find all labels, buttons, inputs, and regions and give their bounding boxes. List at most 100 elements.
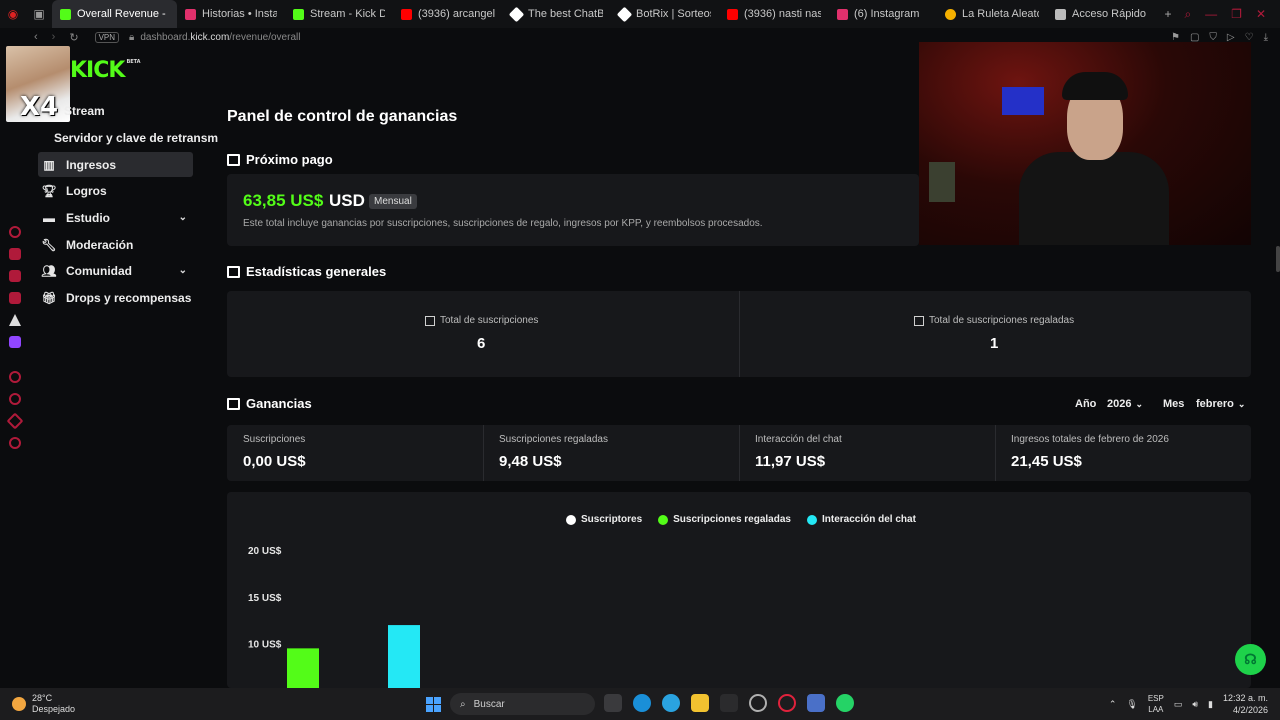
player-icon[interactable]: ▷ (1227, 32, 1235, 43)
sidebar-item-comunidad[interactable]: 👥︎ Comunidad ⌄ (38, 258, 193, 283)
tab-acceso-rapido[interactable]: Acceso Rápido (1047, 0, 1155, 28)
tab-instagram-stories[interactable]: Historias • Instagram (177, 0, 285, 28)
rail-app-icon[interactable] (9, 270, 21, 282)
rail-app-icon[interactable] (9, 226, 21, 238)
streamer-webcam (919, 42, 1251, 245)
sidebar-item-moderacion[interactable]: 🔧︎ Moderación (38, 232, 193, 257)
lock-icon[interactable]: 🔒︎ (129, 32, 134, 43)
maximize-icon[interactable]: ❐ (1231, 7, 1242, 22)
url-field[interactable]: dashboard.kick.com/revenue/overall (140, 32, 300, 43)
back-arrow-icon[interactable]: ‹ (34, 31, 38, 44)
tab-youtube-nasti[interactable]: (3936) nasti nasti - Y (719, 0, 829, 28)
browser-logo-icon[interactable]: ◉ (0, 0, 26, 28)
youtube-favicon-icon (727, 8, 738, 20)
ruleta-favicon-icon (945, 8, 956, 20)
capcut-icon[interactable] (720, 694, 738, 712)
display-icon[interactable]: ▭ (1174, 699, 1183, 710)
legend-item-chat[interactable]: Interacción del chat (806, 514, 916, 525)
year-select-value: 2026 (1107, 398, 1132, 410)
tab-label: Stream - Kick Dashb (310, 8, 385, 20)
sidebar-item-drops[interactable]: 🎁︎ Drops y recompensas (38, 285, 193, 310)
chevron-down-icon[interactable]: ⌄ (179, 265, 187, 276)
chart-bar[interactable] (287, 648, 319, 688)
clock-icon[interactable] (9, 393, 21, 405)
month-select[interactable]: febrero ⌄ (1196, 398, 1245, 410)
rail-app-icon[interactable] (6, 412, 24, 430)
support-chat-button[interactable]: ☊ (1235, 644, 1266, 675)
reload-icon[interactable]: ↻ (69, 31, 78, 44)
new-tab-plus-icon[interactable]: + (1155, 0, 1181, 28)
legend-item-gifted[interactable]: Suscripciones regaladas (658, 514, 791, 525)
tab-youtube-arcangel[interactable]: (3936) arcangel - Yo (393, 0, 503, 28)
webcam-shelf (929, 162, 955, 202)
kick-logo[interactable]: KICK BETA (70, 58, 141, 83)
sidebar-item-label: Ingresos (66, 157, 117, 172)
language-indicator[interactable]: ESP LAA (1148, 693, 1164, 715)
sidebar-item-stream[interactable]: Stream (64, 104, 105, 118)
year-select[interactable]: 2026 ⌄ (1107, 398, 1143, 410)
earnings-total-label: Ingresos totales de febrero de 2026 (1011, 434, 1169, 445)
users-icon: 👥︎ (41, 263, 57, 278)
earnings-divider (995, 425, 996, 481)
task-view-icon[interactable] (604, 694, 622, 712)
app-icon[interactable] (749, 694, 767, 712)
rail-app-icon[interactable] (9, 248, 21, 260)
opera-gx-icon[interactable] (778, 694, 796, 712)
whatsapp-icon[interactable] (836, 694, 854, 712)
sidebar-item-label: Drops y recompensas (66, 290, 192, 305)
legend-item-subscribers[interactable]: Suscriptores (566, 514, 642, 525)
close-icon[interactable]: ✕ (1256, 7, 1266, 22)
legend-dot (806, 514, 817, 525)
volume-icon[interactable]: 🔊︎ (1192, 699, 1198, 710)
rail-app-icon[interactable] (9, 292, 21, 304)
tab-instagram[interactable]: (6) Instagram (829, 0, 937, 28)
gifted-subs-value: 1 (990, 335, 999, 352)
weather-widget[interactable]: 28°C Despejado (0, 693, 75, 715)
heart-icon[interactable]: ♡ (1245, 32, 1254, 43)
sidebar-item-logros[interactable]: 🏆︎ Logros (38, 178, 193, 203)
chevron-down-icon[interactable]: ⌄ (179, 212, 187, 223)
forward-arrow-icon[interactable]: › (52, 31, 56, 44)
y-tick-label: 20 US$ (248, 546, 282, 557)
earnings-subs-label: Suscripciones (243, 434, 306, 445)
tab-overall-revenue[interactable]: Overall Revenue - Kick Da (52, 0, 177, 28)
tab-kick-stream[interactable]: Stream - Kick Dashb (285, 0, 393, 28)
weather-temperature: 28°C (32, 693, 53, 703)
taskbar-search[interactable]: ⌕ Buscar (450, 693, 595, 715)
bookmark-icon[interactable]: ⚑ (1171, 32, 1180, 43)
tab-label: The best ChatBot an (528, 8, 603, 20)
tab-actions-icon[interactable]: ▣ (26, 0, 52, 28)
chevron-up-icon[interactable]: ⌃ (1109, 699, 1117, 710)
file-explorer-icon[interactable] (691, 694, 709, 712)
sidebar-item-ingresos[interactable]: ▥ Ingresos (38, 152, 193, 177)
windows-start-icon[interactable] (426, 697, 441, 712)
sidebar-item-stream-key[interactable]: Servidor y clave de retransm (54, 131, 218, 145)
vpn-badge[interactable]: VPN (94, 31, 120, 43)
tab-botrix[interactable]: BotRix | Sorteos (611, 0, 719, 28)
chart-bar[interactable] (388, 625, 420, 688)
snapshot-icon[interactable]: ▢ (1190, 32, 1199, 43)
sidebar-item-estudio[interactable]: ▬ Estudio ⌄ (38, 205, 193, 230)
page-scrollbar[interactable] (1276, 246, 1280, 272)
earnings-subs-value: 0,00 US$ (243, 453, 306, 470)
shield-icon[interactable]: ⛉ (1209, 32, 1217, 43)
battery-icon[interactable]: ▮ (1208, 699, 1213, 710)
taskbar-clock[interactable]: 12:32 a. m. 4/2/2026 (1223, 692, 1268, 716)
browser-tab-strip: ◉ ▣ Overall Revenue - Kick Da Historias … (0, 0, 1280, 28)
earnings-divider (739, 425, 740, 481)
tab-chatbot[interactable]: The best ChatBot an (503, 0, 611, 28)
search-tabs-icon[interactable]: ⌕ (1184, 7, 1191, 22)
microphone-icon[interactable]: 🎙︎ (1126, 699, 1137, 710)
twitch-icon[interactable] (9, 336, 21, 348)
telegram-icon[interactable] (662, 694, 680, 712)
payout-frequency-badge: Mensual (369, 194, 417, 209)
download-icon[interactable]: ⤓ (1264, 32, 1268, 43)
rail-app-icon[interactable] (9, 371, 21, 383)
settings-icon[interactable] (9, 437, 21, 449)
minimize-icon[interactable]: — (1205, 7, 1217, 22)
rail-app-icon[interactable] (9, 314, 21, 326)
edge-icon[interactable] (633, 694, 651, 712)
messenger-icon[interactable] (807, 694, 825, 712)
tab-ruleta[interactable]: La Ruleta Aleatoria (937, 0, 1047, 28)
y-tick-label: 15 US$ (248, 593, 282, 604)
